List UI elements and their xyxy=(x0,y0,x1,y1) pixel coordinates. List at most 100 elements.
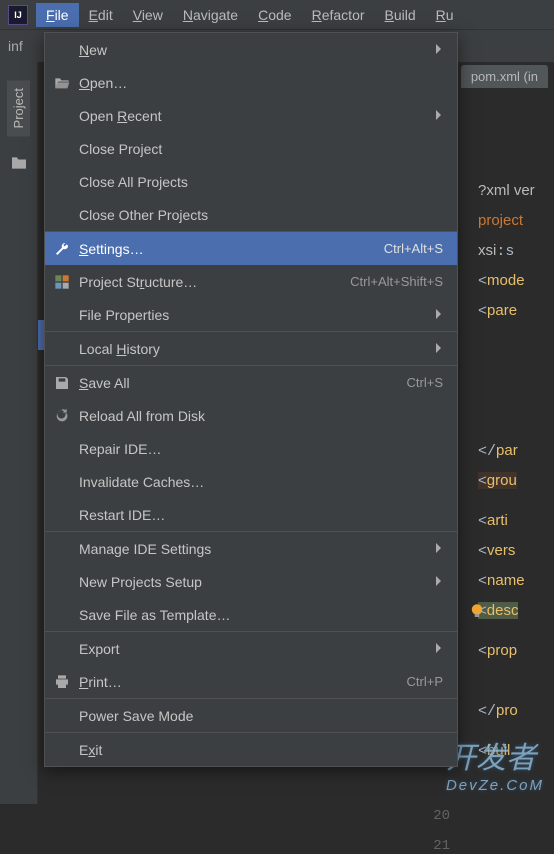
shortcut: Ctrl+Alt+S xyxy=(384,241,443,256)
menu-item-label: Repair IDE… xyxy=(79,441,443,457)
menu-edit[interactable]: Edit xyxy=(79,3,123,27)
menu-item-local-history[interactable]: Local History xyxy=(45,332,457,365)
menu-view[interactable]: View xyxy=(123,3,173,27)
code-line[interactable]: project xyxy=(478,212,527,230)
menu-item-invalidate-caches[interactable]: Invalidate Caches… xyxy=(45,465,457,498)
submenu-arrow-icon xyxy=(435,341,443,357)
menu-item-close-other-projects[interactable]: Close Other Projects xyxy=(45,198,457,231)
blank-icon xyxy=(53,573,71,591)
menu-item-project-structure[interactable]: Project Structure… Ctrl+Alt+Shift+S xyxy=(45,265,457,298)
blank-icon xyxy=(53,140,71,158)
menu-item-print[interactable]: Print…Ctrl+P xyxy=(45,665,457,698)
menu-item-label: Export xyxy=(79,641,427,657)
menu-item-open[interactable]: Open… xyxy=(45,66,457,99)
code-line[interactable]: ?xml ver xyxy=(478,182,535,200)
menu-item-save-file-as-template[interactable]: Save File as Template… xyxy=(45,598,457,631)
submenu-arrow-icon xyxy=(435,641,443,657)
menu-item-label: Open… xyxy=(79,75,443,91)
file-tab[interactable]: pom.xml (in xyxy=(461,65,548,88)
gutter-line-number: 20 xyxy=(418,808,458,824)
menu-item-file-properties[interactable]: File Properties xyxy=(45,298,457,331)
menu-item-close-all-projects[interactable]: Close All Projects xyxy=(45,165,457,198)
menu-item-label: File Properties xyxy=(79,307,427,323)
blank-icon xyxy=(53,540,71,558)
code-line[interactable]: <mode xyxy=(478,272,525,290)
menu-item-exit[interactable]: Exit xyxy=(45,733,457,766)
submenu-arrow-icon xyxy=(435,574,443,590)
gutter-line-number: 21 xyxy=(418,838,458,854)
menu-item-label: Manage IDE Settings xyxy=(79,541,427,557)
refresh-icon xyxy=(53,407,71,425)
menu-refactor[interactable]: Refactor xyxy=(302,3,375,27)
menu-item-label: Close Project xyxy=(79,141,443,157)
code-line[interactable]: <pare xyxy=(478,302,517,320)
blank-icon xyxy=(53,173,71,191)
code-line[interactable]: <arti xyxy=(478,512,508,530)
menu-item-save-all[interactable]: Save AllCtrl+S xyxy=(45,366,457,399)
menu-item-label: Exit xyxy=(79,742,443,758)
print-icon xyxy=(53,673,71,691)
blank-icon xyxy=(53,440,71,458)
submenu-arrow-icon xyxy=(435,108,443,124)
menu-item-repair-ide[interactable]: Repair IDE… xyxy=(45,432,457,465)
menu-item-label: Close Other Projects xyxy=(79,207,443,223)
menu-item-settings[interactable]: Settings… Ctrl+Alt+S xyxy=(45,232,457,265)
watermark: 开发者 DevZe.CoM xyxy=(446,733,544,794)
code-line[interactable]: <vers xyxy=(478,542,515,560)
menu-item-manage-ide-settings[interactable]: Manage IDE Settings xyxy=(45,532,457,565)
app-icon: IJ xyxy=(8,5,28,25)
menu-item-label: New Projects Setup xyxy=(79,574,427,590)
submenu-arrow-icon xyxy=(435,541,443,557)
menu-item-close-project[interactable]: Close Project xyxy=(45,132,457,165)
save-icon xyxy=(53,374,71,392)
menu-code[interactable]: Code xyxy=(248,3,301,27)
open-icon xyxy=(53,74,71,92)
menu-item-label: Restart IDE… xyxy=(79,507,443,523)
menu-ru[interactable]: Ru xyxy=(426,3,464,27)
menu-item-new-projects-setup[interactable]: New Projects Setup xyxy=(45,565,457,598)
submenu-arrow-icon xyxy=(435,42,443,58)
file-menu-dropdown: New Open… Open Recent Close Project Close Al… xyxy=(44,32,458,767)
blank-icon xyxy=(53,473,71,491)
code-line[interactable]: <name xyxy=(478,572,525,590)
menu-file[interactable]: File xyxy=(36,3,79,27)
menu-item-reload-all-from-disk[interactable]: Reload All from Disk xyxy=(45,399,457,432)
menu-item-label: Settings… xyxy=(79,241,372,257)
menu-item-label: Close All Projects xyxy=(79,174,443,190)
blank-icon xyxy=(53,741,71,759)
intention-bulb-icon[interactable] xyxy=(468,602,486,620)
wrench-icon xyxy=(53,240,71,258)
menu-item-label: Project Structure… xyxy=(79,274,338,290)
menu-item-open-recent[interactable]: Open Recent xyxy=(45,99,457,132)
blank-icon xyxy=(53,506,71,524)
code-line[interactable]: <grou xyxy=(478,472,517,490)
menu-navigate[interactable]: Navigate xyxy=(173,3,248,27)
menu-item-restart-ide[interactable]: Restart IDE… xyxy=(45,498,457,531)
shortcut: Ctrl+S xyxy=(407,375,443,390)
folder-icon xyxy=(10,156,28,170)
blank-icon xyxy=(53,306,71,324)
sidebar: Project xyxy=(0,62,38,804)
menu-item-power-save-mode[interactable]: Power Save Mode xyxy=(45,699,457,732)
menu-build[interactable]: Build xyxy=(375,3,426,27)
toolbar-text: inf xyxy=(8,38,23,54)
code-line[interactable]: xsi:s xyxy=(478,242,514,260)
code-line[interactable]: </par xyxy=(478,442,518,460)
submenu-arrow-icon xyxy=(435,307,443,323)
menu-item-label: Print… xyxy=(79,674,395,690)
menu-item-label: Local History xyxy=(79,341,427,357)
code-line[interactable]: <prop xyxy=(478,642,517,660)
blank-icon xyxy=(53,640,71,658)
menu-item-label: New xyxy=(79,42,427,58)
menu-item-label: Power Save Mode xyxy=(79,708,443,724)
blank-icon xyxy=(53,206,71,224)
code-line[interactable]: </pro xyxy=(478,702,518,720)
menu-item-label: Open Recent xyxy=(79,108,427,124)
shortcut: Ctrl+Alt+Shift+S xyxy=(350,274,443,289)
menu-item-new[interactable]: New xyxy=(45,33,457,66)
blank-icon xyxy=(53,107,71,125)
menu-item-export[interactable]: Export xyxy=(45,632,457,665)
menu-item-label: Invalidate Caches… xyxy=(79,474,443,490)
structure-icon xyxy=(53,273,71,291)
project-tool-tab[interactable]: Project xyxy=(7,80,30,136)
